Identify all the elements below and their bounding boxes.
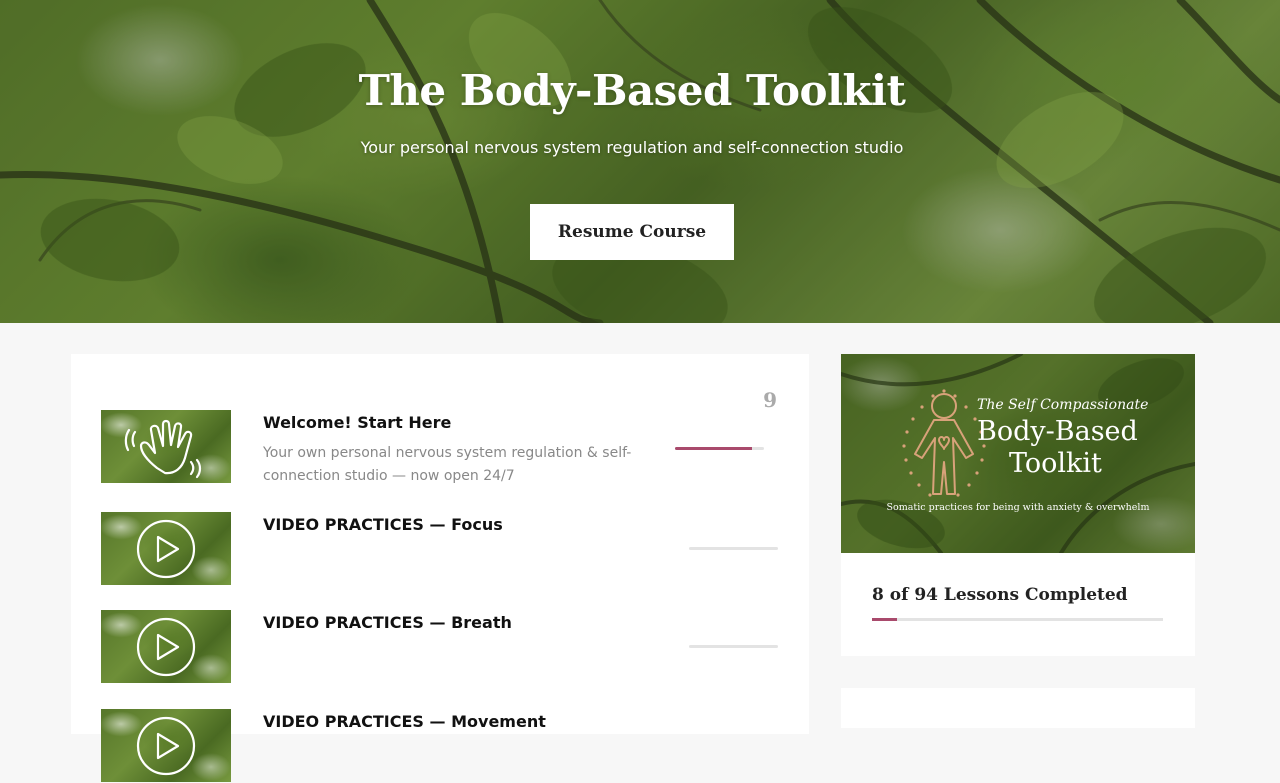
lesson-item-breath[interactable]: VIDEO PRACTICES — Breath — [101, 610, 791, 684]
resume-course-button[interactable]: Resume Course — [530, 204, 734, 260]
secondary-sidebar-card — [841, 688, 1195, 728]
lesson-thumbnail[interactable] — [101, 410, 231, 483]
play-icon — [136, 519, 196, 579]
course-title: The Body-Based Toolkit — [358, 66, 906, 115]
lesson-thumbnail[interactable] — [101, 512, 231, 585]
course-subtitle: Your personal nervous system regulation … — [360, 138, 904, 157]
lesson-progress-bar — [689, 547, 778, 550]
lesson-title[interactable]: VIDEO PRACTICES — Focus — [263, 515, 503, 534]
cover-tagline: Somatic practices for being with anxiety… — [886, 502, 1150, 513]
cover-title-line-1: Body-Based — [977, 416, 1138, 447]
course-progress-bar — [872, 618, 1163, 621]
lesson-item-focus[interactable]: VIDEO PRACTICES — Focus — [101, 512, 791, 586]
course-progress-fill — [872, 618, 897, 621]
lessons-completed-label: 8 of 94 Lessons Completed — [872, 585, 1128, 605]
course-contents-card: 9 Welcome! Start Here Your own personal … — [71, 354, 809, 782]
lesson-progress-bar — [675, 447, 764, 450]
lesson-item-welcome[interactable]: Welcome! Start Here Your own personal ne… — [101, 410, 791, 484]
hero-overlay — [0, 0, 1280, 323]
lesson-progress-fill — [675, 447, 753, 450]
cover-kicker: The Self Compassionate — [977, 397, 1149, 413]
lesson-description: Your own personal nervous system regulat… — [263, 445, 632, 484]
hero-banner: The Body-Based Toolkit Your personal ner… — [0, 0, 1280, 323]
cover-title-line-2: Toolkit — [1009, 448, 1102, 479]
lesson-thumbnail[interactable] — [101, 610, 231, 683]
play-icon — [136, 617, 196, 677]
lesson-title[interactable]: Welcome! Start Here — [263, 413, 451, 432]
course-cover-image: The Self Compassionate Body-Based Toolki… — [841, 354, 1195, 553]
lesson-title[interactable]: VIDEO PRACTICES — Breath — [263, 613, 512, 632]
course-progress-card: The Self Compassionate Body-Based Toolki… — [841, 354, 1195, 656]
lesson-progress-bar — [689, 645, 778, 648]
lesson-title[interactable]: VIDEO PRACTICES — Movement — [263, 712, 546, 731]
section-count: 9 — [763, 388, 777, 412]
waving-hand-icon — [124, 419, 202, 479]
lesson-item-movement[interactable]: VIDEO PRACTICES — Movement — [101, 709, 791, 783]
